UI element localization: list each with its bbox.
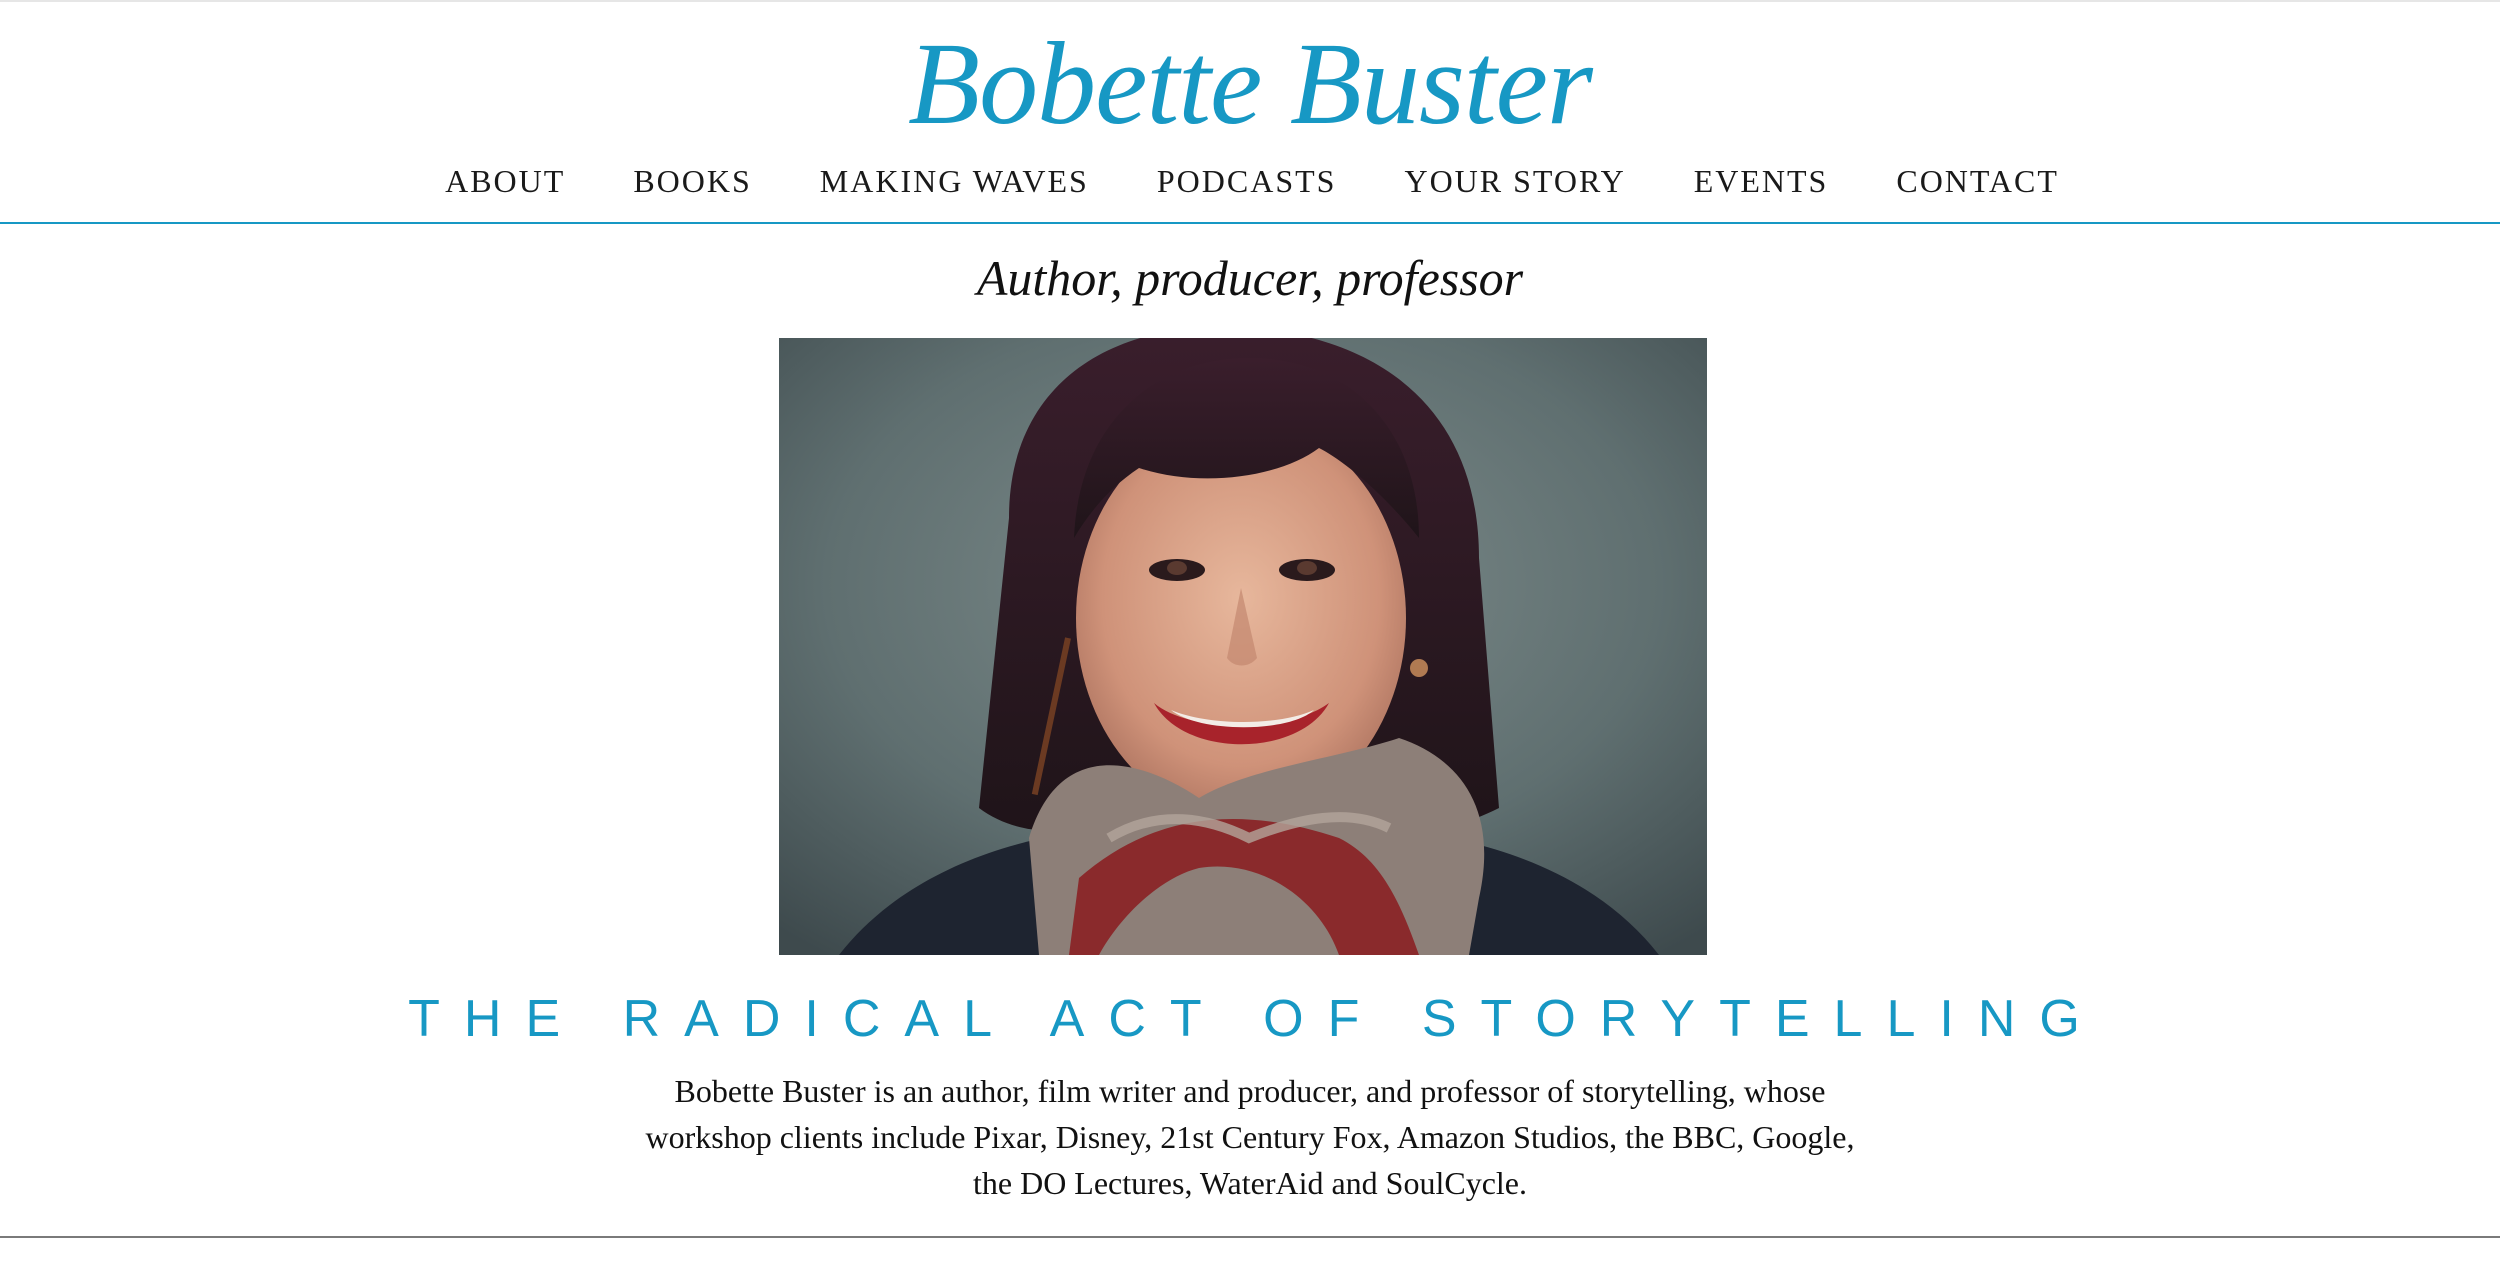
bio-paragraph: Bobette Buster is an author, film writer… xyxy=(640,1068,1860,1206)
site-title-logo[interactable]: Bobette Buster xyxy=(0,14,2500,154)
bottom-divider xyxy=(0,1236,2500,1238)
top-border xyxy=(0,0,2500,2)
bio-line: Bobette Buster is an author, film writer… xyxy=(674,1073,1826,1109)
main-navigation: ABOUT BOOKS MAKING WAVES PODCASTS YOUR S… xyxy=(0,156,2500,206)
nav-item-podcasts[interactable]: PODCASTS xyxy=(1157,163,1337,200)
portrait-image xyxy=(779,338,1707,955)
nav-item-events[interactable]: EVENTS xyxy=(1694,163,1829,200)
nav-item-books[interactable]: BOOKS xyxy=(633,163,751,200)
bio-line: workshop clients include Pixar, Disney, … xyxy=(645,1119,1855,1155)
nav-divider xyxy=(0,222,2500,224)
tagline: Author, producer, professor xyxy=(976,250,1524,306)
bio-line: the DO Lectures, WaterAid and SoulCycle. xyxy=(972,1165,1527,1201)
nav-item-about[interactable]: ABOUT xyxy=(445,163,565,200)
nav-item-making-waves[interactable]: MAKING WAVES xyxy=(820,163,1089,200)
nav-item-contact[interactable]: CONTACT xyxy=(1896,163,2059,200)
nav-item-your-story[interactable]: YOUR STORY xyxy=(1404,163,1625,200)
section-heading: THE RADICAL ACT OF STORYTELLING xyxy=(408,990,2104,1048)
